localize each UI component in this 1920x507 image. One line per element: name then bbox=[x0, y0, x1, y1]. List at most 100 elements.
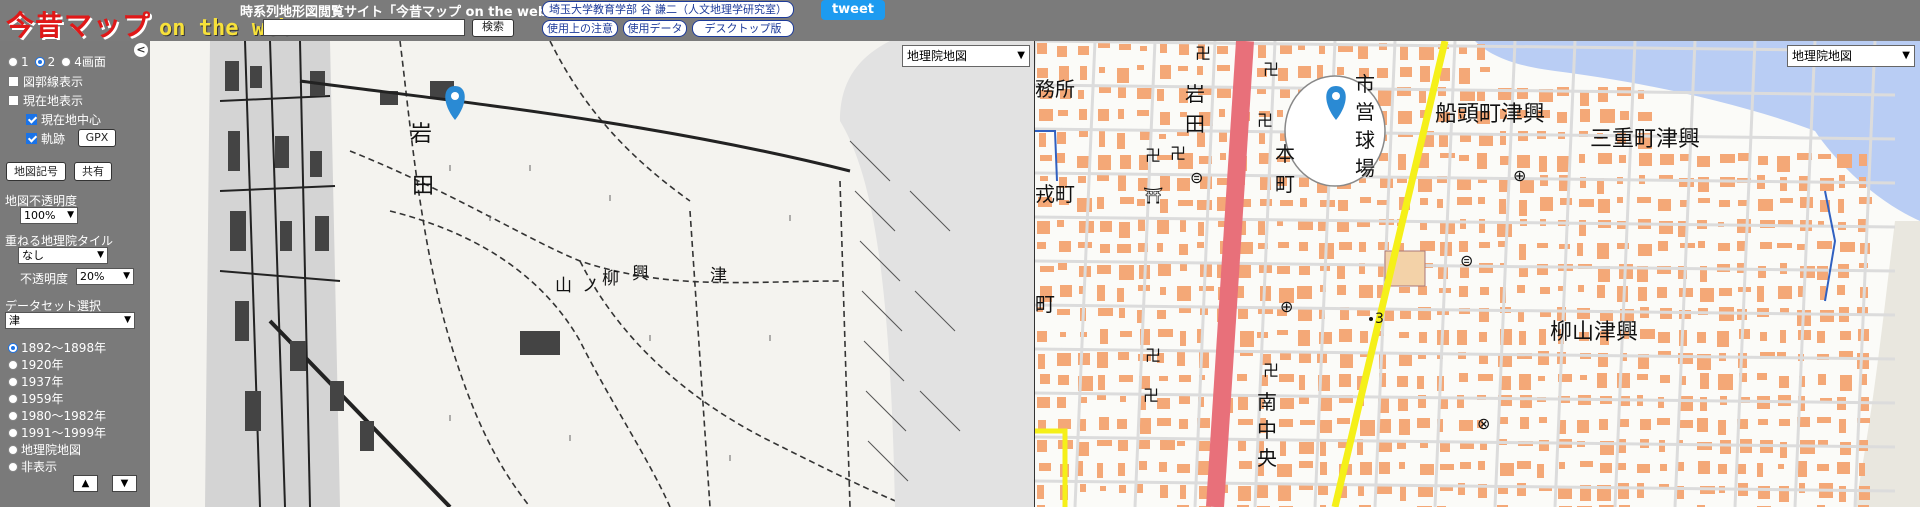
building bbox=[1118, 352, 1129, 360]
period-row[interactable]: 地理院地図 bbox=[8, 441, 81, 458]
outline-row[interactable]: 図郭線表示 bbox=[8, 73, 83, 90]
building bbox=[1098, 155, 1111, 170]
building bbox=[1078, 46, 1089, 55]
usage-notes-button[interactable]: 使用上の注意 bbox=[542, 20, 618, 37]
screen-4-radio[interactable] bbox=[61, 56, 72, 67]
building bbox=[1580, 375, 1587, 380]
building bbox=[1157, 220, 1169, 234]
period-radio[interactable] bbox=[8, 461, 18, 472]
building bbox=[1799, 483, 1805, 493]
building bbox=[1097, 265, 1111, 274]
new-map-pane[interactable]: 岩 田 本 町 市 営 球 場 船頭町津興 三重町津興 柳山津興 南 中 央 務… bbox=[1035, 41, 1920, 507]
building bbox=[1657, 418, 1670, 425]
building bbox=[1419, 332, 1427, 343]
map-symbols-button[interactable]: 地図記号 bbox=[6, 162, 66, 181]
building bbox=[1058, 419, 1071, 429]
old-map-label: 岩 bbox=[410, 122, 432, 147]
new-map-label: 柳山津興 bbox=[1550, 320, 1638, 345]
screen-1-radio[interactable] bbox=[8, 56, 18, 67]
building bbox=[1137, 484, 1143, 493]
period-up-button[interactable]: ▲ bbox=[73, 475, 98, 492]
map-marker-icon[interactable] bbox=[445, 86, 465, 120]
building bbox=[1497, 222, 1512, 237]
building bbox=[1700, 373, 1709, 389]
track-row[interactable]: 軌跡 bbox=[26, 130, 65, 147]
building bbox=[1799, 176, 1808, 191]
new-map-label: 球 bbox=[1355, 128, 1375, 152]
current-center-row[interactable]: 現在地中心 bbox=[26, 111, 101, 128]
building bbox=[1039, 133, 1046, 147]
old-map-pane[interactable]: 岩 田 山 ノ 柳 興 津 地理院地図 ▼ bbox=[150, 41, 1035, 507]
current-location-checkbox[interactable] bbox=[8, 95, 19, 106]
building bbox=[1399, 287, 1410, 293]
building bbox=[1098, 375, 1105, 390]
current-location-row[interactable]: 現在地表示 bbox=[8, 92, 83, 109]
building bbox=[1640, 419, 1651, 430]
old-map-canvas[interactable]: 岩 田 山 ノ 柳 興 津 bbox=[150, 41, 1035, 507]
search-input[interactable] bbox=[263, 19, 465, 36]
period-row[interactable]: 1892～1898年 bbox=[8, 339, 106, 356]
building bbox=[1060, 332, 1066, 337]
period-row[interactable]: 非表示 bbox=[8, 458, 57, 475]
new-map-label: 3 bbox=[1375, 311, 1384, 327]
overlay-opacity-select[interactable]: 20% ▼ bbox=[76, 268, 134, 285]
new-map-label: 船頭町津興 bbox=[1435, 102, 1545, 127]
dataset-select[interactable]: 津 ▼ bbox=[5, 312, 135, 329]
new-map-label: 央 bbox=[1257, 446, 1277, 470]
building bbox=[1299, 442, 1314, 454]
opacity-select[interactable]: 100% ▼ bbox=[20, 207, 78, 224]
period-row[interactable]: 1920年 bbox=[8, 356, 64, 373]
period-radio[interactable] bbox=[8, 444, 18, 455]
building bbox=[1800, 266, 1815, 278]
current-center-checkbox[interactable] bbox=[26, 114, 37, 125]
temple-icon: 卍 bbox=[1145, 146, 1161, 165]
building bbox=[1519, 200, 1527, 216]
share-button[interactable]: 共有 bbox=[74, 162, 112, 181]
period-radio[interactable] bbox=[8, 393, 18, 404]
new-map-layer-select[interactable]: 地理院地図 ▼ bbox=[1787, 45, 1915, 67]
building bbox=[1459, 420, 1473, 431]
building bbox=[1057, 132, 1066, 144]
period-radio[interactable] bbox=[8, 342, 18, 353]
building bbox=[1259, 133, 1265, 144]
period-down-button[interactable]: ▼ bbox=[112, 475, 137, 492]
building bbox=[1700, 397, 1707, 411]
track-checkbox[interactable] bbox=[26, 133, 37, 144]
period-row[interactable]: 1937年 bbox=[8, 373, 64, 390]
period-radio[interactable] bbox=[8, 427, 18, 438]
building bbox=[1600, 463, 1612, 473]
period-row[interactable]: 1991～1999年 bbox=[8, 424, 106, 441]
gpx-button[interactable]: GPX bbox=[78, 129, 116, 147]
old-map-label: 柳 bbox=[602, 269, 619, 289]
building bbox=[1697, 156, 1710, 167]
building bbox=[1839, 419, 1846, 433]
period-row[interactable]: 1980～1982年 bbox=[8, 407, 106, 424]
building bbox=[1758, 419, 1768, 425]
period-label: 1937年 bbox=[21, 375, 64, 389]
period-row[interactable]: 1959年 bbox=[8, 390, 64, 407]
period-label: 1920年 bbox=[21, 358, 64, 372]
desktop-version-button[interactable]: デスクトップ版 bbox=[692, 20, 794, 37]
overlay-select[interactable]: なし ▼ bbox=[18, 247, 108, 264]
temple-icon: 卍 bbox=[1145, 346, 1161, 365]
building bbox=[1178, 200, 1193, 206]
period-radio[interactable] bbox=[8, 359, 18, 370]
building bbox=[1698, 198, 1710, 203]
data-used-button[interactable]: 使用データ bbox=[623, 20, 687, 37]
screen-2-radio[interactable] bbox=[34, 56, 45, 67]
building bbox=[1280, 45, 1292, 54]
outline-checkbox[interactable] bbox=[8, 76, 19, 87]
period-label: 1980～1982年 bbox=[21, 409, 107, 423]
old-map-layer-select[interactable]: 地理院地図 ▼ bbox=[902, 45, 1030, 67]
affiliation-link[interactable]: 埼玉大学教育学部 谷 謙二（人文地理学研究室） bbox=[542, 1, 794, 18]
search-button[interactable]: 検索 bbox=[472, 19, 514, 37]
period-radio[interactable] bbox=[8, 376, 18, 387]
building bbox=[1637, 374, 1648, 380]
building bbox=[1658, 397, 1664, 408]
collapse-sidebar-button[interactable]: < bbox=[134, 43, 148, 57]
new-map-canvas[interactable]: 岩 田 本 町 市 営 球 場 船頭町津興 三重町津興 柳山津興 南 中 央 務… bbox=[1035, 41, 1920, 507]
period-radio[interactable] bbox=[8, 410, 18, 421]
building bbox=[1820, 310, 1834, 322]
building bbox=[1818, 154, 1831, 159]
tweet-button[interactable]: tweet bbox=[821, 0, 885, 20]
